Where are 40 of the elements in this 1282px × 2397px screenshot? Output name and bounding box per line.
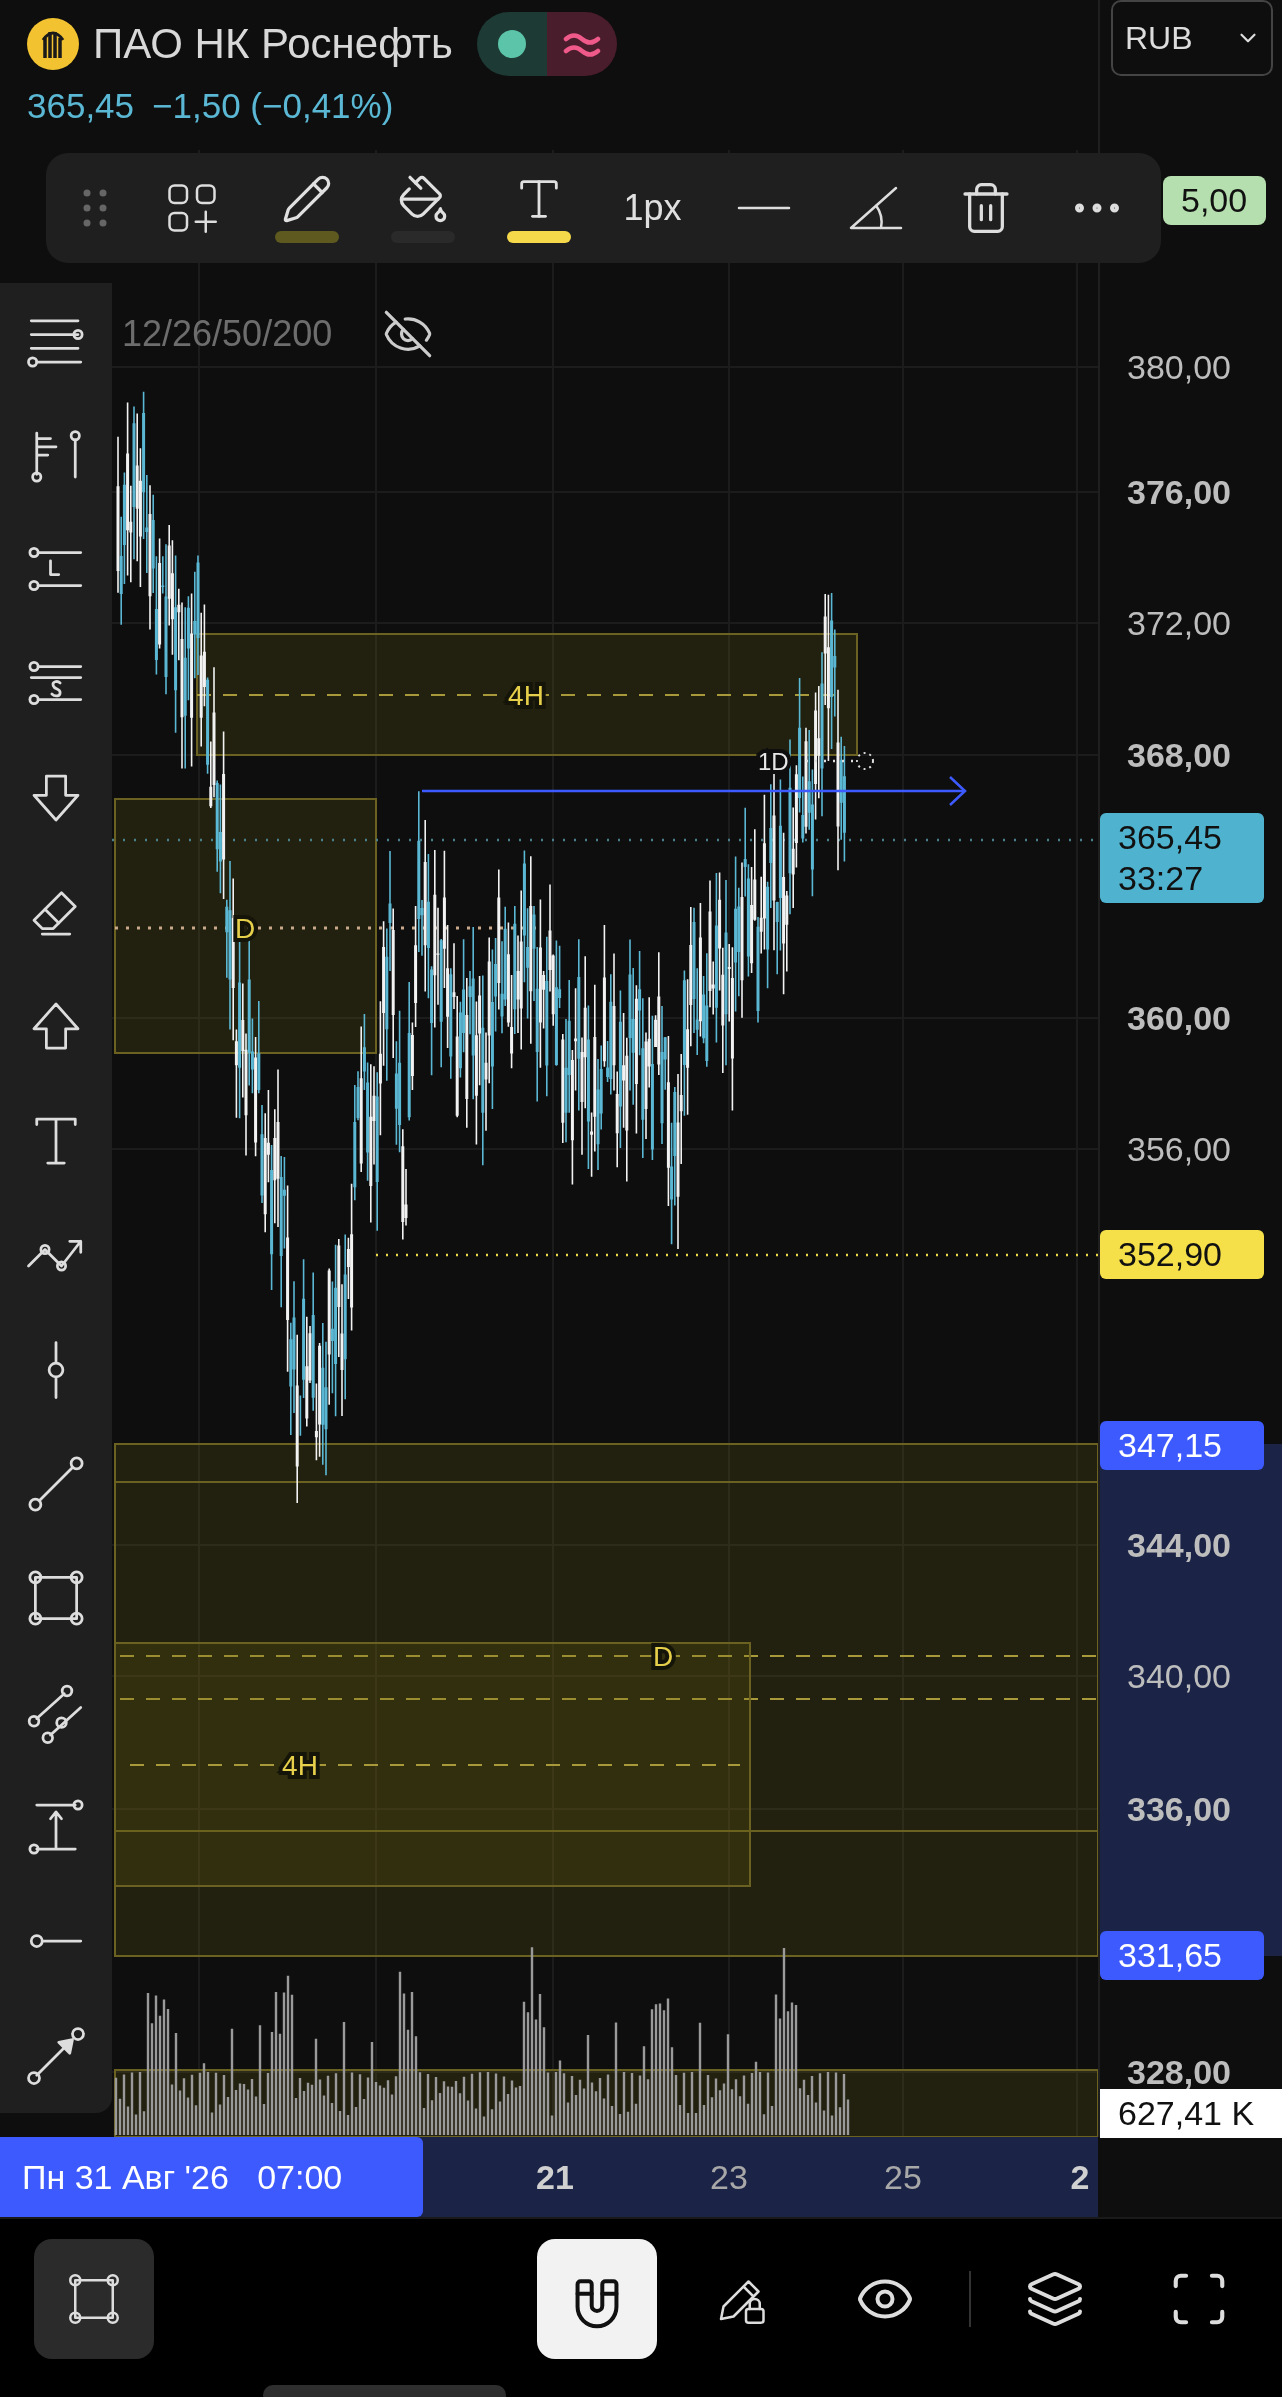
price-tick: 372,00 <box>1127 603 1231 643</box>
company-logo <box>27 18 79 70</box>
zone-label: 4H <box>282 1750 318 1781</box>
volume-badge: 627,41 K <box>1100 2089 1282 2138</box>
time-tick: 25 <box>884 2157 922 2197</box>
dot-icon <box>496 29 527 59</box>
last-price: 365,45 <box>27 86 135 126</box>
instrument-title: ПАО НК Роснефть <box>93 20 453 68</box>
price-tick: 356,00 <box>1127 1129 1231 1169</box>
price-badge: 365,45 33:27 <box>1100 813 1264 903</box>
currency-select[interactable]: RUB <box>1111 0 1273 76</box>
line-width-button[interactable]: 1px <box>623 187 682 229</box>
zone-label: D <box>652 1641 674 1672</box>
fill-color-button[interactable] <box>391 173 455 243</box>
price-tick: 336,00 <box>1127 1789 1231 1829</box>
paint-bucket-icon <box>397 173 449 225</box>
time-tick: 23 <box>710 2157 748 2197</box>
layers-icon <box>1025 2269 1085 2329</box>
zone-label: D <box>234 913 256 944</box>
price-tick: 328,00 <box>1127 2052 1231 2092</box>
price-badge: 331,65 <box>1100 1931 1264 1980</box>
marker-label: 1D <box>758 748 789 775</box>
price-tick: 368,00 <box>1127 735 1231 775</box>
price-tick: 340,00 <box>1127 1656 1231 1696</box>
rectangle-tool-button[interactable] <box>34 2239 154 2359</box>
magnet-button[interactable] <box>537 2239 657 2359</box>
indicator-label: 12/26/50/200 <box>122 313 333 355</box>
price-change: −1,50 (−0,41%) <box>152 86 394 126</box>
price-tick: 360,00 <box>1127 998 1231 1038</box>
price-badge: 5,00 <box>1163 176 1266 225</box>
price-tick: 376,00 <box>1127 472 1231 512</box>
price-badge: 347,15 <box>1100 1421 1264 1470</box>
price-tick: 344,00 <box>1127 1525 1231 1565</box>
dotted-line <box>806 752 874 770</box>
time-tick: 2 <box>1070 2157 1090 2197</box>
price-tick: 380,00 <box>1127 347 1231 387</box>
price-badge: 352,90 <box>1100 1230 1264 1279</box>
line-color-button[interactable] <box>274 173 339 243</box>
crosshair-time-badge: Пн 31 Авг '26 07:00 <box>0 2137 423 2217</box>
time-tick: 21 <box>536 2157 574 2197</box>
